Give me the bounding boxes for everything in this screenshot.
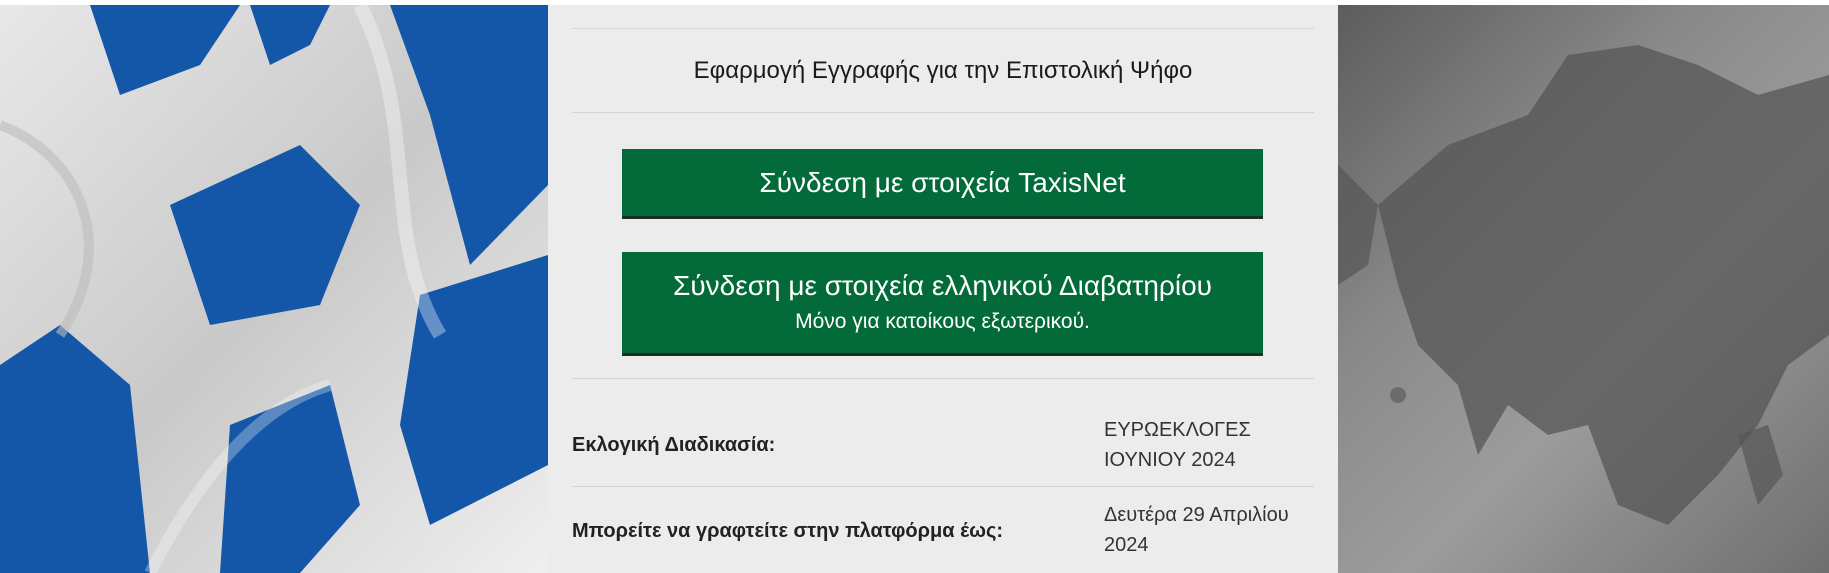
- passport-login-label: Σύνδεση με στοιχεία ελληνικού Διαβατηρίο…: [673, 270, 1212, 301]
- deadline-value-line2: 2024: [1104, 534, 1149, 556]
- electoral-process-value: ΕΥΡΩΕΚΛΟΓΕΣ ΙΟΥΝΙΟΥ 2024: [1104, 415, 1324, 475]
- deadline-label: Μπορείτε να γραφτείτε στην πλατφόρμα έως…: [572, 520, 1004, 542]
- electoral-process-value-line1: ΕΥΡΩΕΚΛΟΓΕΣ: [1104, 419, 1251, 441]
- title-divider: [572, 112, 1314, 113]
- greek-flag-background: [0, 5, 548, 573]
- greek-flag-image: [0, 5, 548, 573]
- buttons-divider: [572, 378, 1314, 379]
- deadline-value: Δευτέρα 29 Απριλίου 2024: [1104, 500, 1324, 560]
- info-row-divider: [572, 486, 1314, 487]
- taxisnet-login-button[interactable]: Σύνδεση με στοιχεία TaxisNet: [622, 149, 1263, 219]
- electoral-process-value-line2: ΙΟΥΝΙΟΥ 2024: [1104, 449, 1236, 471]
- world-map-background: [1338, 5, 1829, 573]
- login-panel: Εφαρμογή Εγγραφής για την Επιστολική Ψήφ…: [548, 5, 1338, 573]
- electoral-process-label: Εκλογική Διαδικασία:: [572, 434, 776, 456]
- app-title: Εφαρμογή Εγγραφής για την Επιστολική Ψήφ…: [693, 57, 1193, 84]
- passport-login-note: Μόνο για κατοίκους εξωτερικού.: [795, 310, 1090, 333]
- passport-login-button[interactable]: Σύνδεση με στοιχεία ελληνικού Διαβατηρίο…: [622, 252, 1263, 356]
- top-divider: [572, 28, 1314, 29]
- deadline-value-line1: Δευτέρα 29 Απριλίου: [1104, 504, 1289, 526]
- asia-map-image: [1338, 45, 1829, 525]
